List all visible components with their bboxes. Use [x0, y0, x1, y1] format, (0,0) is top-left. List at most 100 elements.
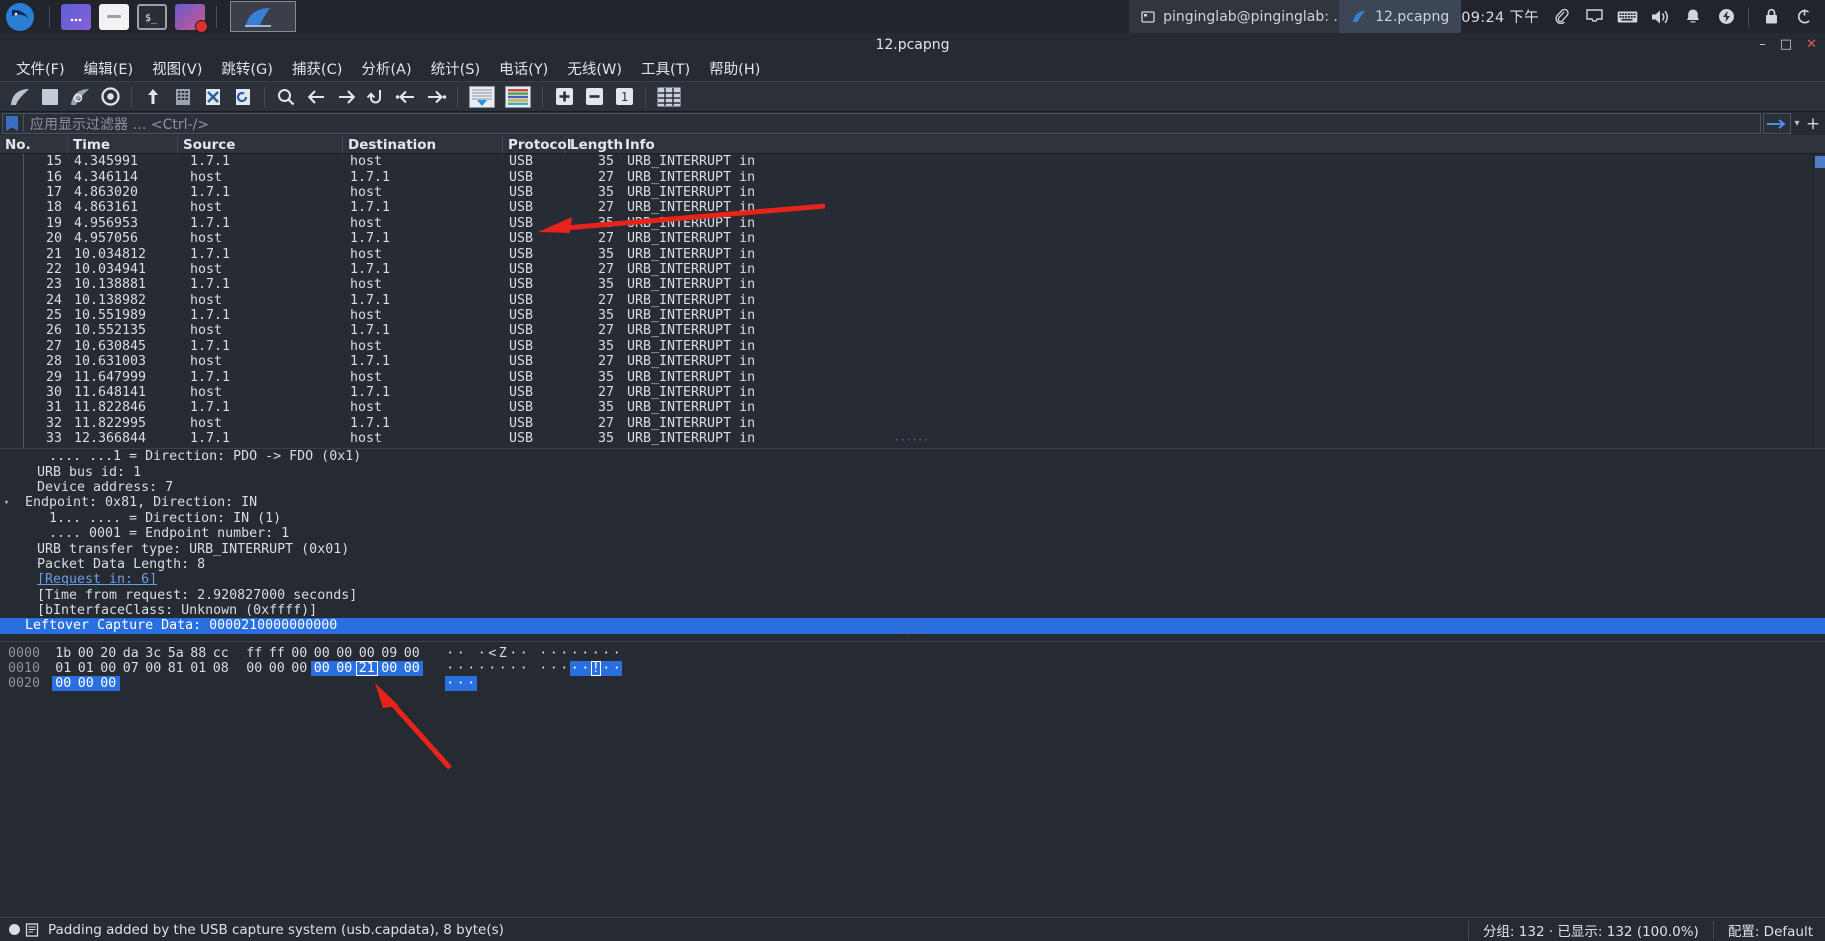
hex-byte[interactable]: 00 [266, 661, 289, 676]
detail-tree-row[interactable]: [bInterfaceClass: Unknown (0xffff)] [0, 603, 1825, 618]
go-to-last-packet-icon[interactable] [422, 84, 450, 110]
detail-tree-row[interactable]: Device address: 7 [0, 480, 1825, 495]
hex-ascii-char[interactable]: · [549, 661, 560, 676]
table-row[interactable]: 25 10.551989 1.7.1 host USB 35 URB_INTERRUPT i… [0, 308, 1825, 323]
table-row[interactable]: 28 10.631003 host 1.7.1 USB 27 URB_INTERRUPT i… [0, 354, 1825, 369]
column-header-time[interactable]: Time [68, 135, 178, 154]
menu-telephony[interactable]: 电话(Y) [491, 56, 556, 81]
column-header-length[interactable]: Length [565, 135, 623, 154]
hex-ascii-char[interactable] [466, 646, 477, 661]
hex-byte[interactable]: 00 [75, 646, 98, 661]
zoom-reset-icon[interactable]: 1 [610, 84, 638, 110]
hex-byte[interactable]: 00 [97, 661, 120, 676]
hex-byte[interactable]: 01 [52, 661, 75, 676]
hex-ascii-char[interactable]: · [445, 661, 456, 676]
detail-tree-row[interactable]: ▾ Endpoint: 0x81, Direction: IN [0, 495, 1825, 510]
packet-list-scrollbar[interactable] [1813, 154, 1825, 448]
menu-tools[interactable]: 工具(T) [633, 56, 698, 81]
hex-ascii-char[interactable]: · [466, 676, 477, 691]
reload-file-icon[interactable] [229, 84, 257, 110]
hex-ascii-char[interactable]: · [477, 661, 488, 676]
status-bar-profile[interactable]: 配置: Default [1714, 920, 1825, 940]
hex-ascii-char[interactable]: < [487, 646, 498, 661]
hex-ascii-char[interactable]: · [456, 646, 467, 661]
hex-byte[interactable]: da [120, 646, 143, 661]
hex-byte[interactable]: 07 [120, 661, 143, 676]
hex-ascii-char[interactable]: · [559, 661, 570, 676]
hex-ascii-char[interactable]: · [445, 646, 456, 661]
restart-capture-icon[interactable] [66, 84, 94, 110]
hex-ascii-char[interactable]: · [508, 661, 519, 676]
menu-edit[interactable]: 编辑(E) [76, 56, 141, 81]
hex-byte[interactable]: 00 [74, 676, 97, 691]
hex-byte[interactable]: 00 [52, 676, 75, 691]
go-to-first-packet-icon[interactable] [392, 84, 420, 110]
display-filter-input[interactable]: 应用显示过滤器 … <Ctrl-/> [2, 113, 1761, 134]
menu-go[interactable]: 跳转(G) [213, 56, 281, 81]
hex-byte[interactable]: 20 [97, 646, 120, 661]
hex-byte[interactable]: 00 [243, 661, 266, 676]
hex-ascii-char[interactable]: · [456, 661, 467, 676]
hex-ascii-char[interactable]: · [538, 646, 549, 661]
close-file-icon[interactable] [199, 84, 227, 110]
hex-byte[interactable]: 00 [356, 646, 379, 661]
detail-tree-row[interactable]: [Request in: 6] [0, 572, 1825, 587]
lock-icon[interactable] [1760, 6, 1782, 28]
keyboard-icon[interactable] [1616, 6, 1638, 28]
menu-file[interactable]: 文件(F) [8, 56, 73, 81]
column-header-no[interactable]: No. [0, 135, 68, 154]
table-row[interactable]: 27 10.630845 1.7.1 host USB 35 URB_INTERRUPT i… [0, 339, 1825, 354]
hex-dump-row[interactable]: 0000 1b 00 20 da 3c 5a 88 cc ff ff 00 00 00 00 09 00 · · ·… [0, 646, 1825, 661]
pane-resize-handle[interactable]: ······ [0, 433, 1825, 447]
volume-icon[interactable] [1649, 6, 1671, 28]
hex-ascii-char[interactable]: Z [498, 646, 509, 661]
column-header-protocol[interactable]: Protocol [503, 135, 571, 154]
hex-ascii-char[interactable]: · [569, 661, 580, 676]
detail-tree-row[interactable]: .... 0001 = Endpoint number: 1 [0, 526, 1825, 541]
menu-help[interactable]: 帮助(H) [701, 56, 768, 81]
hex-byte[interactable]: 00 [288, 646, 311, 661]
hex-byte[interactable]: 81 [165, 661, 188, 676]
hex-byte[interactable]: 00 [378, 661, 401, 676]
hex-byte[interactable]: 00 [310, 661, 333, 676]
zoom-in-icon[interactable] [550, 84, 578, 110]
close-button[interactable]: ✕ [1806, 37, 1817, 52]
hex-byte[interactable]: 1b [52, 646, 75, 661]
menu-capture[interactable]: 捕获(C) [284, 56, 350, 81]
expert-info-icon[interactable] [0, 922, 48, 937]
hex-byte[interactable]: 3c [142, 646, 165, 661]
hex-byte[interactable]: 00 [97, 676, 120, 691]
hex-byte[interactable]: 01 [75, 661, 98, 676]
column-header-destination[interactable]: Destination [343, 135, 503, 154]
maximize-button[interactable]: □ [1780, 37, 1792, 52]
filter-bookmark-icon[interactable] [6, 116, 18, 131]
hex-ascii-char[interactable]: · [455, 676, 466, 691]
hex-byte[interactable]: 00 [401, 646, 424, 661]
menu-view[interactable]: 视图(V) [144, 56, 210, 81]
hex-ascii-char[interactable]: · [591, 646, 602, 661]
hex-ascii-char[interactable]: · [611, 661, 622, 676]
table-row[interactable]: 19 4.956953 1.7.1 host USB 35 URB_INTERRUPT in [0, 216, 1825, 231]
hex-ascii-char[interactable]: · [466, 661, 477, 676]
wireshark-app-button[interactable] [230, 1, 296, 32]
detail-tree-label[interactable]: [Request in: 6] [37, 572, 157, 587]
open-file-icon[interactable] [139, 84, 167, 110]
display-icon[interactable] [1583, 6, 1605, 28]
table-row[interactable]: 31 11.822846 1.7.1 host USB 35 URB_INTERRUPT i… [0, 400, 1825, 415]
detail-tree-row[interactable]: URB transfer type: URB_INTERRUPT (0x01) [0, 541, 1825, 557]
table-row[interactable]: 32 11.822995 host 1.7.1 USB 27 URB_INTERRUPT i… [0, 416, 1825, 431]
column-header-info[interactable]: Info [620, 135, 1825, 154]
go-to-packet-icon[interactable] [362, 84, 390, 110]
taskbar-window-terminal[interactable]: pinginglab@pinginglab: ... [1129, 0, 1340, 33]
apply-filter-arrow-icon[interactable] [1763, 113, 1791, 134]
hex-byte[interactable]: ff [243, 646, 266, 661]
table-row[interactable]: 20 4.957056 host 1.7.1 USB 27 URB_INTERRUPT in [0, 231, 1825, 246]
table-row[interactable]: 18 4.863161 host 1.7.1 USB 27 URB_INTERRUPT in [0, 200, 1825, 215]
hex-dump-row[interactable]: 0020 00 00 00 · · · [0, 676, 1825, 691]
packet-detail-pane[interactable]: .... ...1 = Direction: PDO -> FDO (0x1) U… [0, 448, 1825, 641]
minimize-button[interactable]: – [1759, 37, 1766, 52]
hex-byte[interactable]: ff [266, 646, 289, 661]
zoom-out-icon[interactable] [580, 84, 608, 110]
chevron-down-icon[interactable]: ▾ [1791, 118, 1803, 129]
find-packet-icon[interactable] [272, 84, 300, 110]
